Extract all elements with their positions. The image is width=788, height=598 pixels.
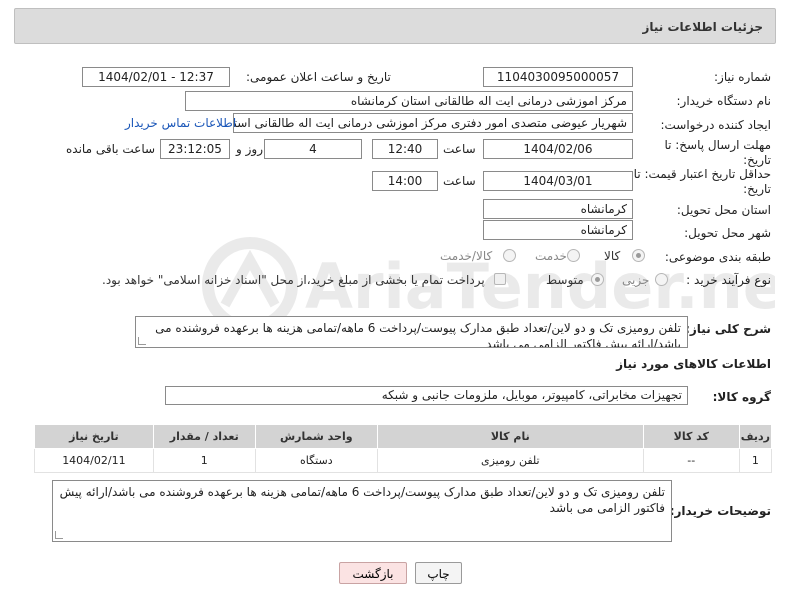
category-goods-radio[interactable] (632, 249, 645, 262)
process-medium-label: متوسط (546, 273, 584, 287)
category-service-label: خدمت (535, 249, 567, 263)
print-button[interactable]: چاپ (415, 562, 462, 584)
reply-time-field: 12:40 (372, 139, 438, 159)
cell-row-number: 1 (738, 448, 773, 473)
back-button[interactable]: بازگشت (339, 562, 407, 584)
reply-time-word: ساعت (443, 142, 476, 156)
goods-table: ردیف کد کالا نام کالا واحد شمارش تعداد /… (34, 424, 773, 473)
col-goods-name: نام کالا (376, 424, 644, 449)
category-goods-service-label: کالا/خدمت (440, 249, 493, 263)
table-header-row: ردیف کد کالا نام کالا واحد شمارش تعداد /… (34, 424, 773, 449)
buyer-org-label: نام دستگاه خریدار: (676, 94, 772, 108)
day-and-word: روز و (236, 142, 263, 156)
category-goods-service-radio[interactable] (503, 249, 516, 262)
goods-info-heading: اطلاعات کالاهای مورد نیاز (616, 357, 771, 371)
process-minor-label: جزیی (622, 273, 650, 287)
goods-group-field: تجهیزات مخابراتی، کامپیوتر، موبایل، ملزو… (165, 386, 688, 405)
announce-datetime-field: 1404/02/01 - 12:37 (82, 67, 230, 87)
treasury-payment-checkbox[interactable] (494, 273, 506, 285)
reply-days-field: 4 (264, 139, 362, 159)
description-text: تلفن رومیزی تک و دو لاین/تعداد طبق مدارک… (155, 321, 681, 348)
description-textarea[interactable]: تلفن رومیزی تک و دو لاین/تعداد طبق مدارک… (135, 316, 688, 348)
need-number-field: 1104030095000057 (483, 67, 633, 87)
requester-label: ایجاد کننده درخواست: (660, 118, 771, 132)
resize-grip-icon[interactable] (55, 531, 63, 539)
validity-date-field: 1404/03/01 (483, 171, 633, 191)
announce-datetime-label: تاریخ و ساعت اعلان عمومی: (246, 70, 391, 84)
category-service-radio[interactable] (567, 249, 580, 262)
cell-unit: دستگاه (254, 448, 378, 473)
process-minor-radio[interactable] (655, 273, 668, 286)
col-quantity: تعداد / مقدار (152, 424, 256, 449)
process-type-label: نوع فرآیند خرید : (686, 273, 771, 287)
header-panel: جزئیات اطلاعات نیاز (14, 8, 776, 44)
resize-grip-icon[interactable] (138, 337, 146, 345)
category-goods-label: کالا (604, 249, 621, 263)
col-row-number: ردیف (738, 424, 773, 449)
remaining-time-field: 23:12:05 (160, 139, 230, 159)
buyer-contact-link[interactable]: اطلاعات تماس خریدار (125, 116, 236, 130)
remaining-label: ساعت باقی مانده (66, 142, 156, 156)
requester-field: شهریار عیوضی متصدی امور دفتری مرکز اموزش… (233, 113, 633, 133)
city-field: کرمانشاه (483, 220, 633, 240)
price-validity-label: حداقل تاریخ اعتبار قیمت: تا تاریخ: (633, 167, 771, 196)
reply-deadline-label: مهلت ارسال پاسخ: تا تاریخ: (664, 138, 771, 167)
buyer-notes-textarea[interactable]: تلفن رومیزی تک و دو لاین/تعداد طبق مدارک… (52, 480, 672, 542)
page-title: جزئیات اطلاعات نیاز (642, 20, 763, 34)
treasury-payment-note: پرداخت تمام یا بخشی از مبلغ خرید،از محل … (102, 273, 485, 287)
reply-date-field: 1404/02/06 (483, 139, 633, 159)
buyer-notes-text: تلفن رومیزی تک و دو لاین/تعداد طبق مدارک… (59, 485, 665, 515)
need-number-label: شماره نیاز: (714, 70, 771, 84)
province-field: کرمانشاه (483, 199, 633, 219)
province-label: استان محل تحویل: (676, 203, 771, 217)
cell-quantity: 1 (152, 448, 256, 473)
col-unit: واحد شمارش (254, 424, 378, 449)
description-label: شرح کلی نیاز: (685, 322, 771, 336)
cell-goods-code: -- (642, 448, 740, 473)
validity-time-word: ساعت (443, 174, 476, 188)
process-medium-radio[interactable] (591, 273, 604, 286)
goods-group-label: گروه کالا: (712, 390, 771, 404)
buyer-org-field: مرکز اموزشی درمانی ایت اله طالقانی استان… (185, 91, 633, 111)
validity-time-field: 14:00 (372, 171, 438, 191)
col-need-date: تاریخ نیاز (34, 424, 154, 449)
cell-need-date: 1404/02/11 (34, 448, 154, 473)
buyer-notes-label: توضیحات خریدار: (669, 504, 771, 518)
table-row[interactable]: 1 -- تلفن رومیزی دستگاه 1 1404/02/11 (34, 448, 773, 473)
cell-goods-name: تلفن رومیزی (376, 448, 644, 473)
city-label: شهر محل تحویل: (684, 226, 771, 240)
category-label: طبقه بندی موضوعی: (664, 250, 771, 264)
col-goods-code: کد کالا (642, 424, 740, 449)
